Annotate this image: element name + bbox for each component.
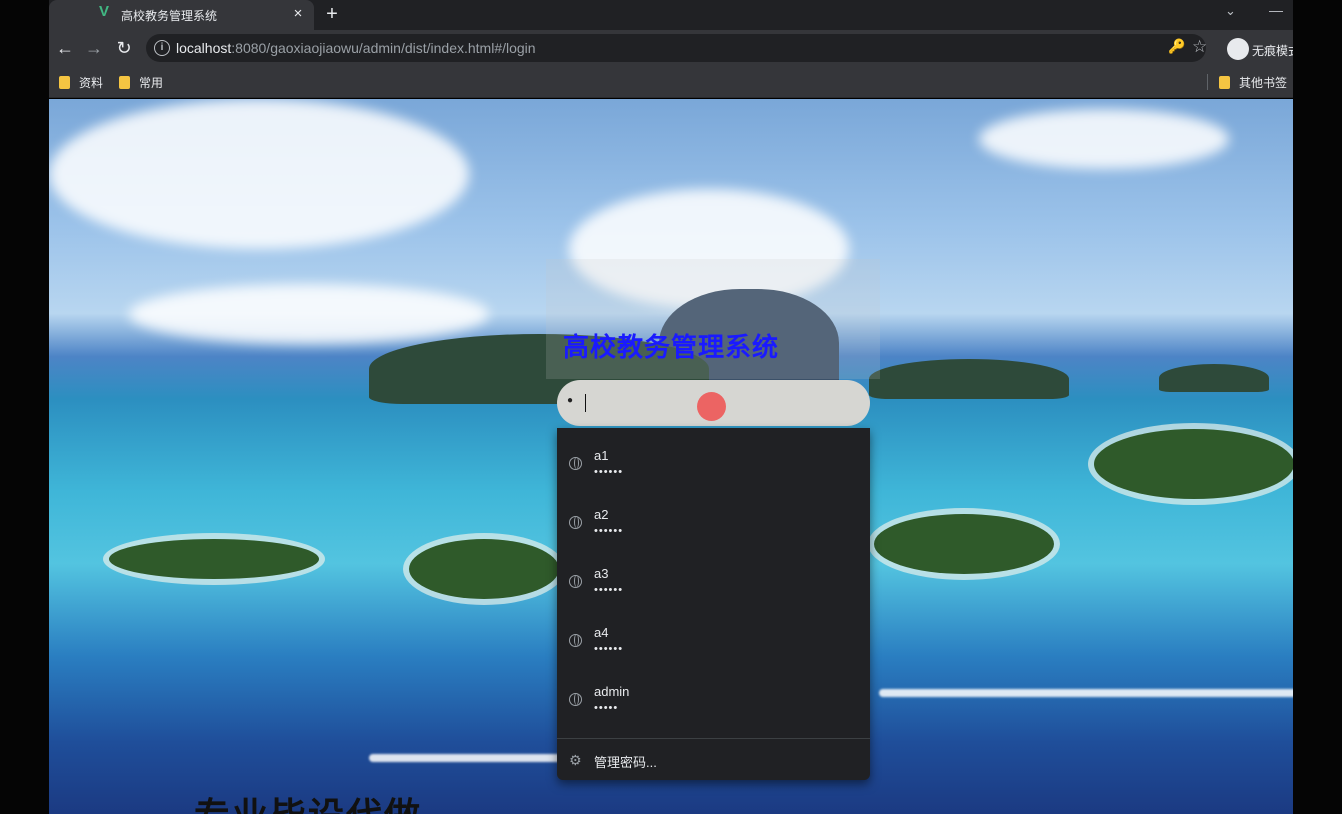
site-info-icon[interactable]: i — [154, 40, 170, 56]
url-path: :8080/gaoxiaojiaowu/admin/dist/index.htm… — [231, 40, 536, 56]
globe-icon — [569, 634, 582, 647]
browser-window: V 高校教务管理系统 × + ⌄ — ← → ↻ i localhost:808… — [49, 0, 1293, 814]
forward-button[interactable]: → — [83, 37, 105, 59]
autofill-account[interactable]: a4 •••••• — [557, 605, 870, 664]
account-password: •••••• — [594, 584, 624, 596]
url-host: localhost — [176, 40, 232, 56]
manage-passwords-link[interactable]: 管理密码... — [594, 752, 657, 771]
back-button[interactable]: ← — [54, 37, 76, 59]
tab-search-chevron-icon[interactable]: ⌄ — [1225, 3, 1236, 19]
account-username: a2 — [594, 507, 609, 522]
autofill-account[interactable]: admin ••••• — [557, 664, 870, 723]
tab-strip: V 高校教务管理系统 × + ⌄ — — [49, 0, 1293, 30]
vue-logo-icon: V — [99, 3, 110, 20]
dropdown-divider — [557, 738, 870, 739]
globe-icon — [569, 575, 582, 588]
wave — [369, 754, 569, 762]
account-password: •••••• — [594, 643, 624, 655]
globe-icon — [569, 693, 582, 706]
reload-button[interactable]: ↻ — [113, 37, 135, 59]
text-caret — [585, 394, 586, 412]
island — [409, 539, 559, 599]
cloud — [49, 99, 469, 249]
globe-icon — [569, 457, 582, 470]
active-tab[interactable]: V 高校教务管理系统 × — [49, 0, 314, 30]
gear-icon: ⚙ — [569, 752, 582, 768]
bookmark-folder-changyong[interactable]: 常用 — [119, 74, 163, 90]
account-username: admin — [594, 684, 630, 699]
folder-icon — [1219, 76, 1230, 89]
cloud — [979, 109, 1229, 169]
bookmark-label: 资料 — [79, 76, 104, 90]
mountain — [1159, 364, 1269, 392]
username-input[interactable]: ● — [557, 380, 870, 426]
minimize-icon[interactable]: — — [1269, 2, 1283, 18]
other-bookmarks-label: 其他书签 — [1239, 76, 1288, 90]
right-border — [1293, 0, 1342, 814]
tab-title: 高校教务管理系统 — [121, 9, 218, 23]
address-bar[interactable]: i localhost:8080/gaoxiaojiaowu/admin/dis… — [146, 34, 1206, 62]
account-password: •••••• — [594, 525, 624, 537]
bookmark-star-icon[interactable]: ☆ — [1192, 37, 1207, 57]
autofill-account[interactable]: a1 •••••• — [557, 428, 870, 487]
autofill-dropdown: a1 •••••• a2 •••••• a3 •••••• a4 •••••• … — [557, 428, 870, 780]
incognito-label[interactable]: 无痕模式 — [1252, 42, 1293, 59]
folder-icon — [119, 76, 130, 89]
account-username: a3 — [594, 566, 609, 581]
account-username: a1 — [594, 448, 609, 463]
account-username: a4 — [594, 625, 609, 640]
account-password: •••••• — [594, 466, 624, 478]
key-icon[interactable]: 🔑 — [1168, 38, 1185, 55]
user-icon: ● — [567, 395, 574, 406]
mouse-cursor-highlight — [697, 392, 726, 421]
incognito-icon[interactable] — [1227, 38, 1249, 60]
island — [1094, 429, 1293, 499]
new-tab-button[interactable]: + — [321, 3, 343, 25]
background-caption: 专业毕设代做 — [194, 787, 422, 814]
bookmark-folder-ziliao[interactable]: 资料 — [59, 74, 103, 90]
bookmarks-bar: 资料 常用 其他书签 — [49, 66, 1293, 98]
autofill-account[interactable]: a3 •••••• — [557, 546, 870, 605]
account-password: ••••• — [594, 702, 619, 714]
left-border — [0, 0, 49, 814]
autofill-account[interactable]: a2 •••••• — [557, 487, 870, 546]
url-text[interactable]: localhost:8080/gaoxiaojiaowu/admin/dist/… — [176, 40, 536, 56]
bookmark-label: 常用 — [139, 76, 164, 90]
folder-icon — [59, 76, 70, 89]
other-bookmarks-folder[interactable]: 其他书签 — [1219, 74, 1287, 90]
island — [109, 539, 319, 579]
browser-toolbar: ← → ↻ i localhost:8080/gaoxiaojiaowu/adm… — [49, 30, 1293, 66]
island — [874, 514, 1054, 574]
tab-close-icon[interactable]: × — [289, 5, 307, 23]
wave — [879, 689, 1293, 697]
mountain — [869, 359, 1069, 399]
bookmark-separator — [1207, 74, 1208, 90]
globe-icon — [569, 516, 582, 529]
page-title: 高校教务管理系统 — [562, 332, 779, 362]
